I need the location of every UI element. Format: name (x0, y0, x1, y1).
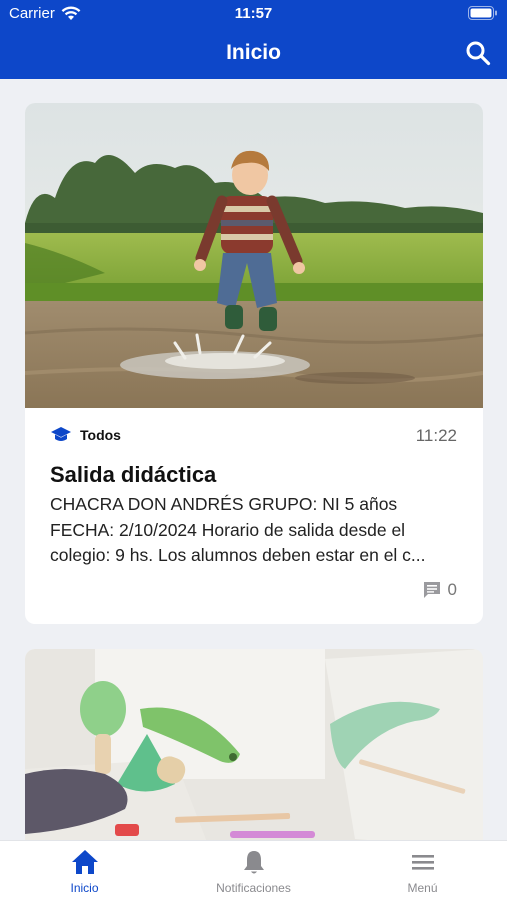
clock: 11:57 (234, 5, 273, 22)
tab-label: Inicio (70, 881, 99, 895)
news-feed[interactable]: Todos 11:22 Salida didáctica CHACRA DON … (0, 79, 507, 840)
comment-counter[interactable]: 0 (422, 580, 457, 600)
photo-wooden-toys (25, 649, 483, 840)
battery-icon (468, 6, 497, 20)
audience-tag: Todos (50, 426, 121, 444)
post-meta: Todos 11:22 (25, 408, 483, 460)
post-time: 11:22 (415, 426, 457, 445)
tab-bar: Inicio Notificaciones Menú (0, 840, 507, 900)
status-bar: Carrier 11:57 (0, 0, 507, 28)
navigation-bar: Inicio (0, 36, 507, 70)
post-excerpt: CHACRA DON ANDRÉS GRUPO: NI 5 años FECHA… (50, 494, 426, 565)
tab-label: Menú (407, 881, 438, 895)
post-card[interactable] (25, 649, 483, 840)
tab-inicio[interactable]: Inicio (0, 847, 169, 895)
comment-count: 0 (447, 580, 457, 599)
graduation-cap-icon (51, 427, 71, 441)
post-image (25, 103, 483, 408)
comment-icon (423, 582, 440, 598)
photo-child-jumping-puddle (25, 103, 483, 408)
bell-icon (243, 851, 264, 874)
audience-label: Todos (80, 427, 121, 443)
tab-notificaciones[interactable]: Notificaciones (169, 847, 338, 895)
post-card[interactable]: Todos 11:22 Salida didáctica CHACRA DON … (25, 103, 483, 624)
home-icon (71, 850, 98, 874)
menu-icon (411, 855, 434, 870)
search-icon[interactable] (465, 40, 491, 66)
post-image (25, 649, 483, 840)
top-bar: Carrier 11:57 Inicio (0, 0, 507, 79)
page-title: Inicio (226, 41, 281, 64)
tab-menu[interactable]: Menú (338, 847, 507, 895)
tab-label: Notificaciones (216, 881, 291, 895)
post-title[interactable]: Salida didáctica (50, 460, 458, 490)
